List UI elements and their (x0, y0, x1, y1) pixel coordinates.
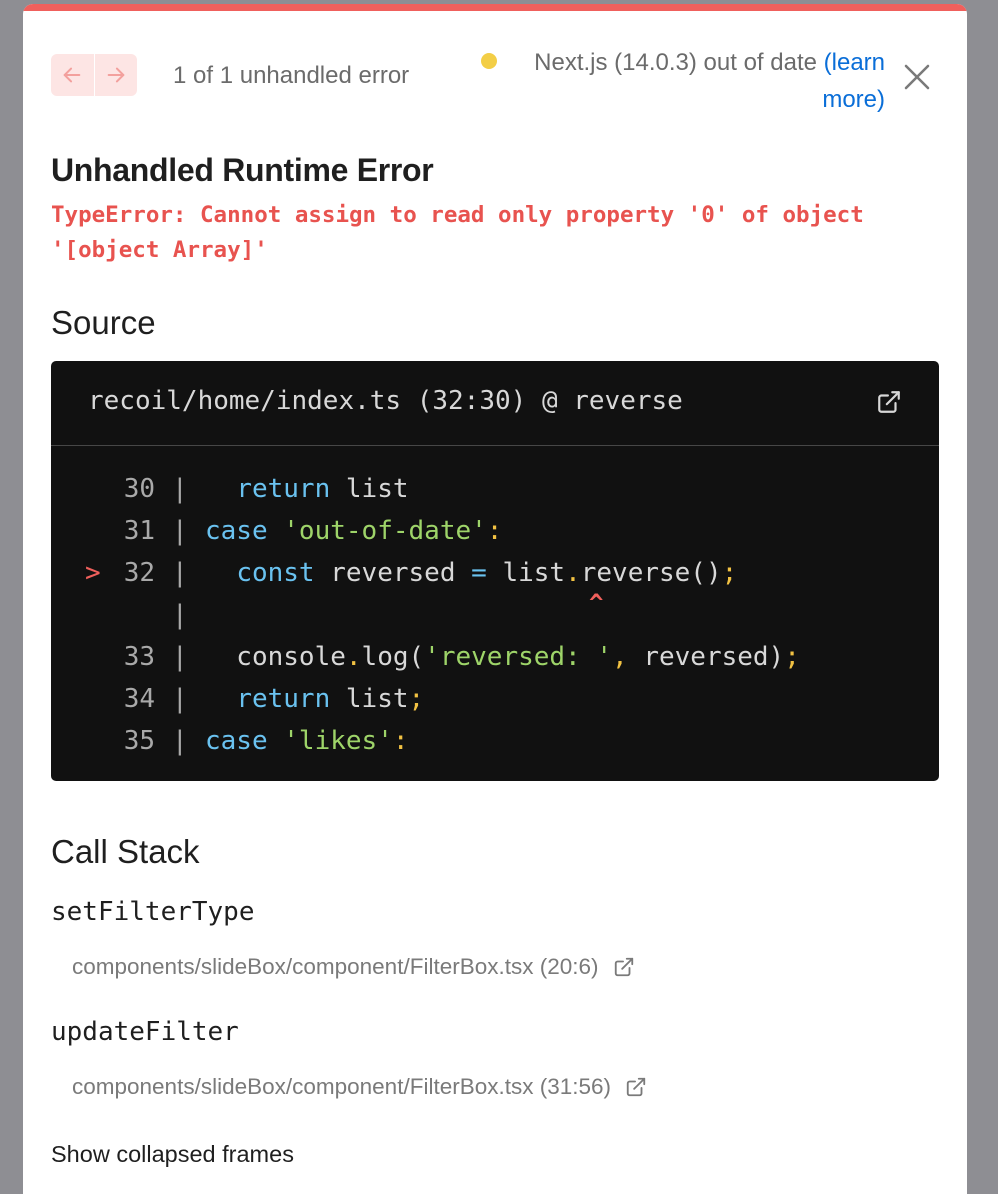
code-token: . (565, 558, 581, 588)
line-source: case 'out-of-date': (205, 510, 502, 552)
next-error-button[interactable] (93, 54, 138, 96)
code-token: log( (361, 642, 425, 672)
line-separator: | (172, 642, 188, 672)
code-token: 'likes' (283, 726, 393, 756)
code-token: ; (721, 558, 738, 588)
error-caret-line: | ^ (51, 589, 939, 636)
error-title: Unhandled Runtime Error (51, 152, 434, 188)
code-line: 34 | return list; (51, 678, 939, 720)
external-link-icon (626, 1077, 646, 1097)
learn-more-link[interactable]: (learn more) (822, 49, 885, 113)
code-token: ; (784, 642, 800, 672)
line-separator: | (172, 684, 188, 714)
line-number: 33 (123, 642, 155, 672)
code-token: list (330, 474, 409, 504)
stack-frame-name: updateFilter (51, 1017, 239, 1047)
stack-frame-name: setFilterType (51, 897, 255, 927)
code-token: . (345, 642, 362, 672)
error-count: 1 of 1 unhandled error (173, 62, 410, 89)
code-token: const (236, 558, 315, 588)
error-caret: ^ (589, 589, 604, 617)
code-line: 33 | console.log('reversed: ', reversed); (51, 636, 939, 678)
line-source: const reversed = list.reverse(); (205, 552, 737, 594)
line-source: return list; (205, 678, 424, 720)
previous-error-button[interactable] (51, 54, 94, 96)
show-collapsed-frames-button[interactable]: Show collapsed frames (51, 1141, 294, 1168)
stack-frame-location[interactable]: components/slideBox/component/FilterBox.… (72, 1074, 647, 1100)
line-number: 32 (123, 558, 155, 588)
call-stack-heading: Call Stack (51, 833, 200, 870)
stack-frame-location-text: components/slideBox/component/FilterBox.… (72, 954, 599, 979)
code-token: list (486, 558, 566, 588)
line-number: 34 (123, 684, 155, 714)
error-accent-bar (23, 4, 967, 11)
code-line: 35 | case 'likes': (51, 720, 939, 762)
line-number: 31 (123, 516, 155, 546)
code-lines: 30 | return list 31 | case 'out-of-date': >32… (51, 468, 939, 762)
code-token: console (205, 642, 346, 672)
code-token: return (236, 684, 331, 714)
line-source: case 'likes': (205, 720, 409, 762)
code-token: case (205, 516, 268, 546)
close-icon[interactable] (902, 62, 932, 92)
code-token: case (205, 726, 268, 756)
status-dot-icon (481, 53, 497, 69)
external-link-icon (614, 957, 633, 977)
code-token: : (392, 726, 409, 756)
code-token: , (612, 642, 628, 672)
line-separator: | (172, 600, 188, 630)
line-number: 30 (123, 474, 155, 504)
code-token: = (471, 558, 487, 588)
code-token: reversed (314, 558, 472, 588)
stack-frame-location[interactable]: components/slideBox/component/FilterBox.… (72, 954, 635, 980)
arrow-right-icon (107, 67, 125, 83)
code-token: reversed) (627, 642, 785, 672)
arrow-left-icon (63, 67, 81, 83)
line-separator: | (172, 474, 188, 504)
error-message: TypeError: Cannot assign to read only pr… (51, 202, 864, 263)
code-token: ; (408, 684, 425, 714)
code-line: 30 | return list (51, 468, 939, 510)
code-token: return (236, 474, 331, 504)
source-file-path[interactable]: recoil/home/index.ts (32:30) @ reverse (88, 386, 683, 416)
code-token: : (486, 516, 503, 546)
error-overlay-dialog: 1 of 1 unhandled error Next.js (14.0.3) … (23, 4, 967, 1194)
stack-frame-location-text: components/slideBox/component/FilterBox.… (72, 1074, 612, 1099)
source-heading: Source (51, 304, 156, 341)
code-line: 31 | case 'out-of-date': (51, 510, 939, 552)
line-separator: | (172, 516, 188, 546)
line-source: return list (205, 468, 409, 510)
code-token: list (330, 684, 409, 714)
line-source: console.log('reversed: ', reversed); (205, 636, 800, 678)
version-status-text: Next.js (14.0.3) out of date (534, 49, 817, 76)
line-separator: | (172, 726, 188, 756)
code-token: 'out-of-date' (283, 516, 487, 546)
code-line: >32 | const reversed = list.reverse(); (51, 552, 939, 594)
code-token: 'reversed: ' (424, 642, 613, 672)
line-number: 35 (123, 726, 155, 756)
line-separator: | (172, 558, 188, 588)
external-link-icon[interactable] (876, 389, 902, 415)
source-code-frame: recoil/home/index.ts (32:30) @ reverse 3… (51, 361, 939, 781)
code-frame-header: recoil/home/index.ts (32:30) @ reverse (51, 361, 939, 446)
error-navigation (51, 54, 137, 96)
active-line-marker: > (85, 558, 101, 588)
